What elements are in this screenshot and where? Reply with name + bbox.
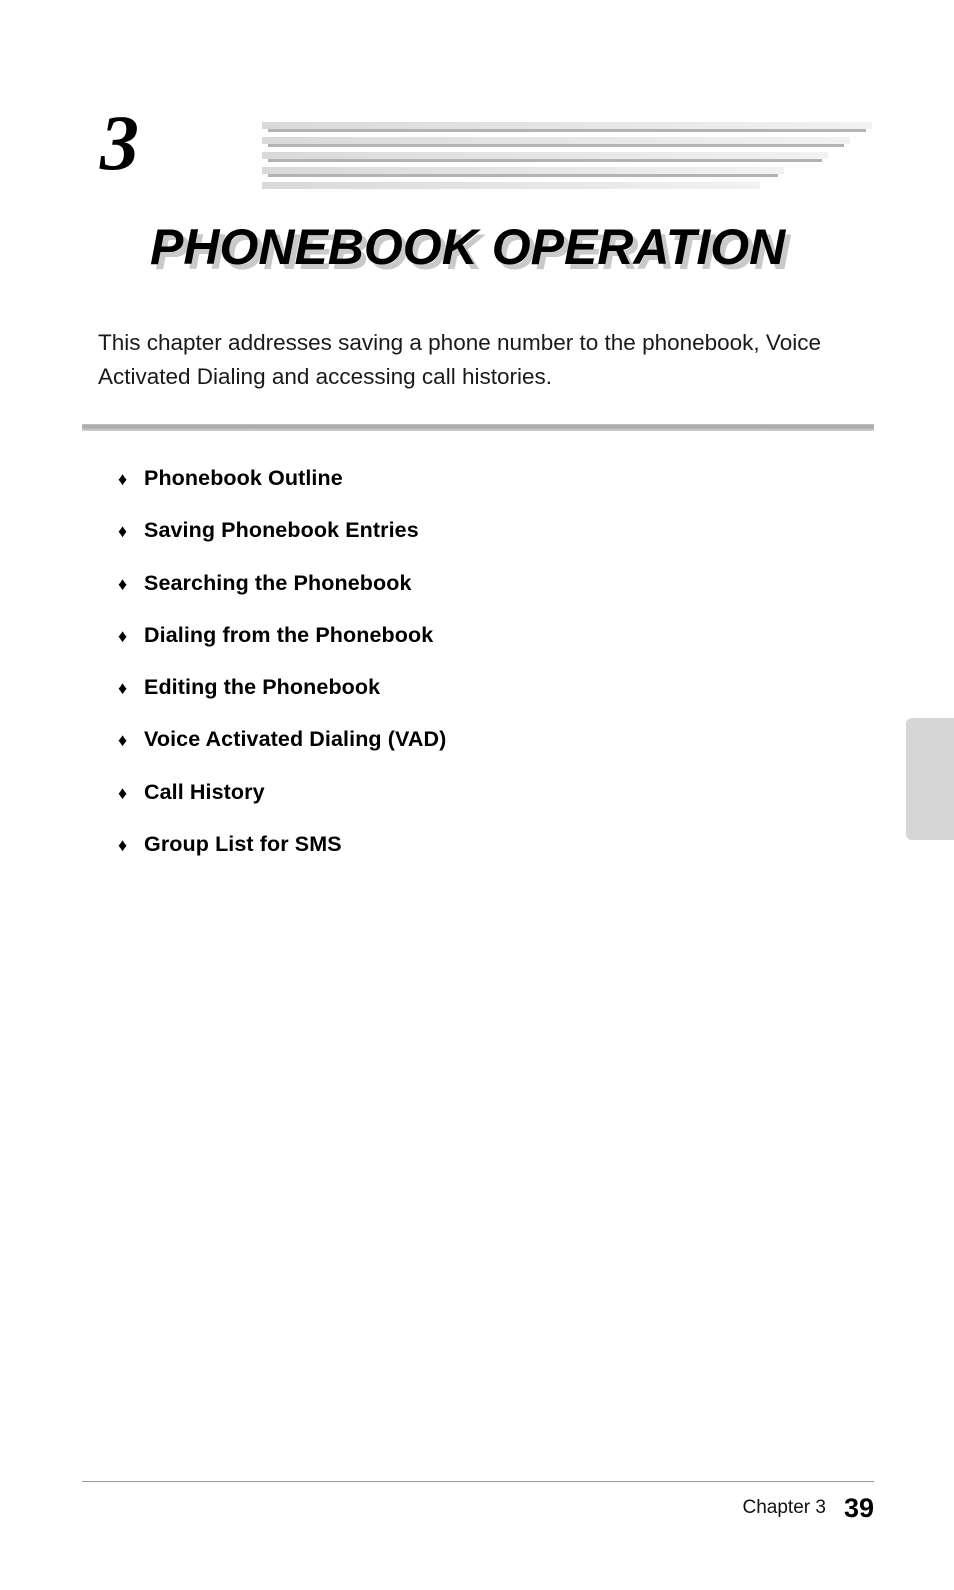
stripe-band-5 [262,182,760,189]
list-item[interactable]: ♦ Dialing from the Phonebook [118,623,818,675]
list-item-label: Editing the Phonebook [144,675,381,700]
stripe-shadow-4 [268,174,778,177]
list-item[interactable]: ♦ Call History [118,780,818,832]
stripe-band-4 [262,167,784,174]
chapter-contents-list: ♦ Phonebook Outline ♦ Saving Phonebook E… [118,466,818,884]
diamond-bullet-icon: ♦ [118,730,128,751]
diamond-bullet-icon: ♦ [118,782,128,803]
stripe-shadow-2 [268,144,844,147]
footer-page-number: 39 [843,1492,874,1523]
header-divider [82,424,874,431]
stripe-band-2 [262,137,850,144]
list-item-label: Voice Activated Dialing (VAD) [144,727,447,752]
stripe-band-1 [262,122,872,129]
diamond-bullet-icon: ♦ [118,678,128,699]
list-item-label: Group List for SMS [144,832,342,857]
list-item-label: Phonebook Outline [144,466,343,490]
chapter-number: 3 [100,99,139,186]
list-item-label: Saving Phonebook Entries [144,518,419,543]
list-item[interactable]: ♦ Searching the Phonebook [118,571,818,623]
list-item[interactable]: ♦ Editing the Phonebook [118,675,818,727]
footer-divider [82,1481,874,1482]
list-item-label: Searching the Phonebook [144,570,412,595]
diamond-bullet-icon: ♦ [118,835,128,856]
page-title: PHONEBOOK OPERATION PHONEBOOK OPERATION [150,222,910,286]
diamond-bullet-icon: ♦ [118,469,128,489]
footer-chapter-label: Chapter 3 [742,1497,826,1518]
diamond-bullet-icon: ♦ [118,625,128,646]
list-item[interactable]: ♦ Voice Activated Dialing (VAD) [118,727,818,779]
list-item[interactable]: ♦ Group List for SMS [118,832,818,884]
page-title-text: PHONEBOOK OPERATION [150,219,786,275]
list-item-label: Dialing from the Phonebook [144,622,434,647]
decorative-stripes [262,122,872,190]
page-canvas: 3 PHONEBOOK OPERATION PHONEBOOK OPERATIO… [0,0,954,1590]
chapter-thumb-tab [906,718,954,840]
stripe-band-3 [262,152,828,159]
stripe-shadow-3 [268,159,822,162]
page-footer: Chapter 3 39 [82,1488,875,1528]
list-item[interactable]: ♦ Saving Phonebook Entries [118,518,818,570]
chapter-intro-paragraph: This chapter addresses saving a phone nu… [98,330,821,389]
list-item-label: Call History [144,779,265,804]
list-item[interactable]: ♦ Phonebook Outline [118,466,818,518]
diamond-bullet-icon: ♦ [118,573,128,594]
diamond-bullet-icon: ♦ [118,521,128,542]
stripe-shadow-1 [268,129,866,132]
